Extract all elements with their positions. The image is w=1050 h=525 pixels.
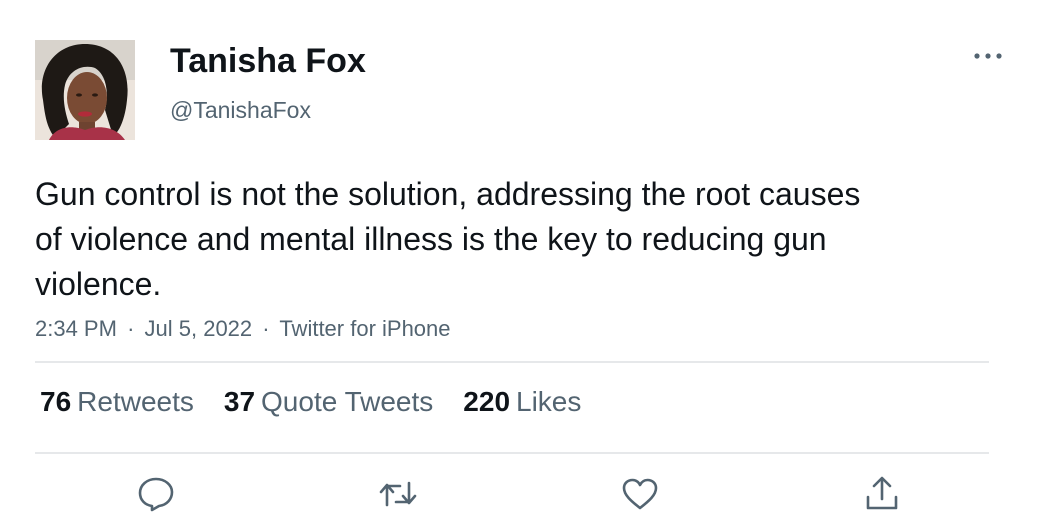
divider [35,452,989,454]
likes-stat[interactable]: 220 Likes [463,386,581,418]
retweet-icon [379,481,417,507]
author-handle[interactable]: @TanishaFox [170,97,311,124]
meta-separator: · [127,316,135,341]
retweets-stat[interactable]: 76 Retweets [40,386,194,418]
tweet-card: Tanisha Fox @TanishaFox Gun control is n… [0,0,1050,525]
avatar[interactable] [35,40,135,140]
meta-separator: · [262,316,270,341]
likes-count: 220 [463,386,511,417]
like-button[interactable] [618,472,662,516]
like-icon [622,478,658,510]
tweet-meta: 2:34 PM · Jul 5, 2022 · Twitter for iPho… [35,316,455,342]
divider [35,361,989,363]
tweet-date[interactable]: Jul 5, 2022 [145,316,253,341]
tweet-source[interactable]: Twitter for iPhone [279,316,450,341]
share-icon [866,476,898,510]
retweets-label: Retweets [77,386,194,417]
more-options-icon [974,53,1002,59]
retweets-count: 76 [40,386,72,417]
tweet-text: Gun control is not the solution, address… [35,176,861,302]
likes-label: Likes [516,386,582,417]
tweet-time[interactable]: 2:34 PM [35,316,117,341]
retweet-button[interactable] [376,472,420,516]
reply-icon [138,477,174,512]
engagement-stats: 76 Retweets 37 Quote Tweets 220 Likes [40,386,611,422]
more-options-button[interactable] [968,42,1008,70]
author-name[interactable]: Tanisha Fox [170,42,366,81]
reply-button[interactable] [134,472,178,516]
quote-tweets-label: Quote Tweets [261,386,434,417]
avatar-image [35,40,135,140]
quote-tweets-stat[interactable]: 37 Quote Tweets [224,386,433,418]
quote-tweets-count: 37 [223,386,256,417]
share-button[interactable] [860,472,904,516]
